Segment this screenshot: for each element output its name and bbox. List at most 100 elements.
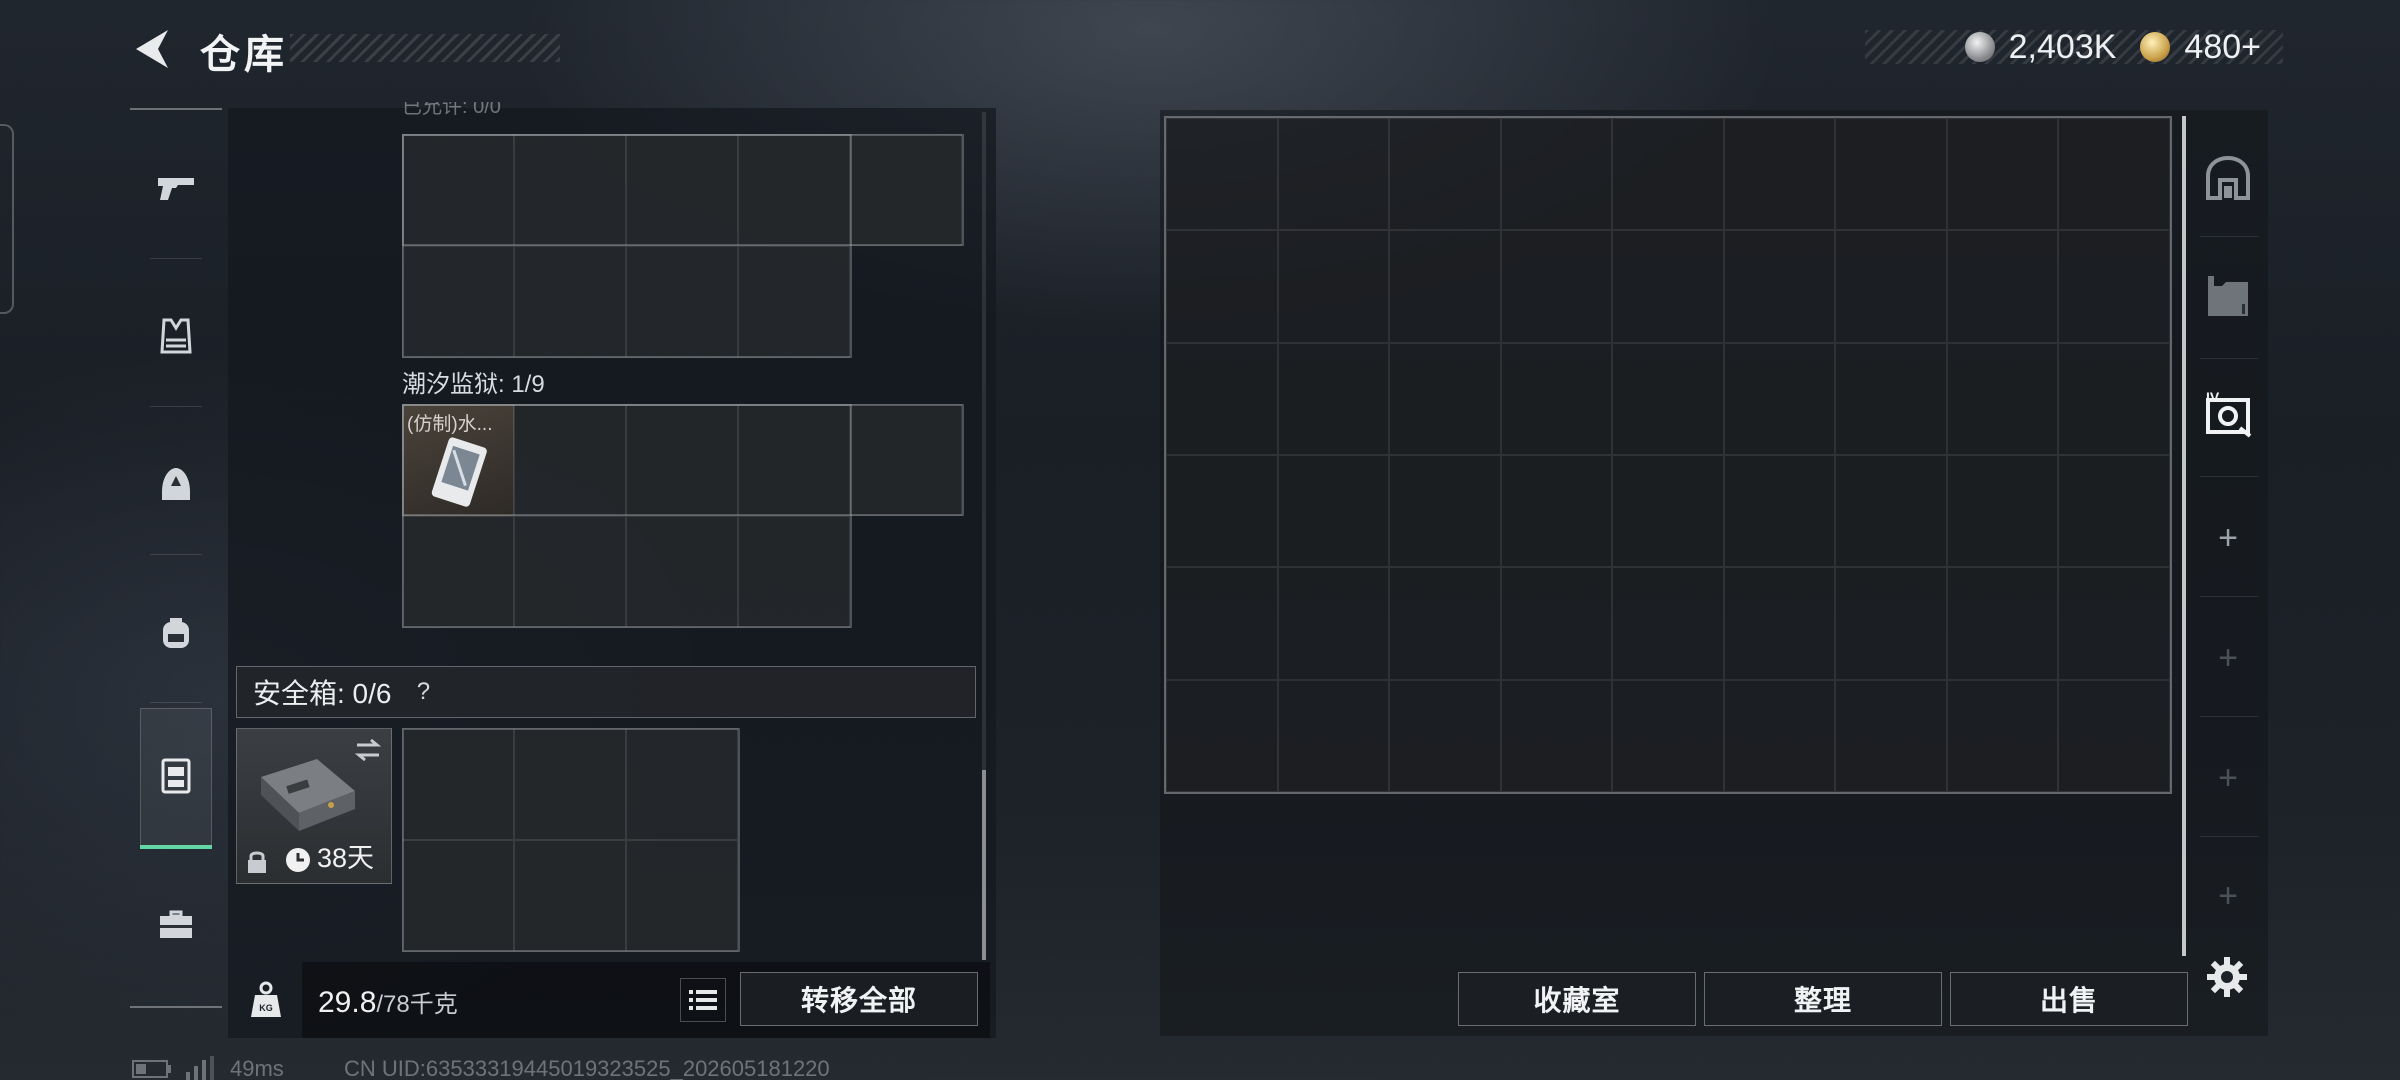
stash-slot[interactable] <box>1835 455 1947 568</box>
stash-slot[interactable] <box>1946 679 2059 792</box>
inventory-slot[interactable] <box>514 404 626 516</box>
inventory-item-slot[interactable]: (仿制)水... <box>402 404 514 516</box>
stash-slot[interactable] <box>1723 118 1836 231</box>
stash-tab-3[interactable]: IV <box>2192 380 2264 452</box>
stash-slot[interactable] <box>1166 679 1278 792</box>
stash-slot[interactable] <box>2058 679 2170 792</box>
transfer-all-button[interactable]: 转移全部 <box>740 972 978 1026</box>
stash-slot[interactable] <box>1946 342 2059 455</box>
stash-slot[interactable] <box>1500 567 1613 680</box>
inventory-slot[interactable] <box>738 404 850 516</box>
inventory-slot[interactable] <box>626 516 738 628</box>
stash-slot[interactable] <box>1723 679 1836 792</box>
stash-tab-1[interactable] <box>2192 144 2264 216</box>
stash-slot[interactable] <box>1612 342 1724 455</box>
stash-slot[interactable] <box>2058 455 2170 568</box>
inventory-slot[interactable] <box>402 728 514 840</box>
inventory-slot[interactable] <box>514 516 626 628</box>
organize-button[interactable]: 整理 <box>1704 972 1942 1026</box>
add-stash-tab-button[interactable]: + <box>2192 748 2264 808</box>
inventory-slot[interactable] <box>514 840 626 952</box>
inventory-slot[interactable] <box>626 840 738 952</box>
stash-slot[interactable] <box>1166 118 1278 231</box>
stash-slot[interactable] <box>1612 567 1724 680</box>
stash-slot[interactable] <box>1612 455 1724 568</box>
inventory-slot[interactable] <box>402 840 514 952</box>
stash-slot[interactable] <box>1835 342 1947 455</box>
nav-item-backpack[interactable] <box>140 596 212 668</box>
stash-slot[interactable] <box>1723 567 1836 680</box>
inventory-scrollbar-thumb[interactable] <box>982 770 986 960</box>
collection-room-button[interactable]: 收藏室 <box>1458 972 1696 1026</box>
stash-slot[interactable] <box>1389 567 1501 680</box>
stash-slot[interactable] <box>1612 679 1724 792</box>
stash-slot[interactable] <box>1500 455 1613 568</box>
inventory-slot[interactable] <box>402 516 514 628</box>
stash-slot[interactable] <box>2058 118 2170 231</box>
stash-slot[interactable] <box>1389 230 1501 343</box>
inventory-slot[interactable] <box>402 246 514 358</box>
stash-slot[interactable] <box>1166 230 1278 343</box>
stash-slot[interactable] <box>2058 342 2170 455</box>
stash-slot[interactable] <box>1946 118 2059 231</box>
nav-item-chest-rig[interactable] <box>140 740 212 812</box>
inventory-slot[interactable] <box>402 134 514 246</box>
inventory-slot[interactable] <box>626 728 738 840</box>
stash-slot[interactable] <box>1389 679 1501 792</box>
stash-slot[interactable] <box>1723 455 1836 568</box>
inventory-slot[interactable] <box>626 404 738 516</box>
inventory-slot[interactable] <box>738 246 850 358</box>
inventory-slot[interactable] <box>514 134 626 246</box>
help-icon[interactable]: ? <box>409 678 437 706</box>
sell-button[interactable]: 出售 <box>1950 972 2188 1026</box>
stash-slot[interactable] <box>1500 118 1613 231</box>
add-stash-tab-button[interactable]: + <box>2192 628 2264 688</box>
stash-slot[interactable] <box>1277 118 1390 231</box>
stash-slot[interactable] <box>1723 230 1836 343</box>
inventory-slot[interactable] <box>626 246 738 358</box>
stash-slot[interactable] <box>1500 679 1613 792</box>
inventory-slot[interactable] <box>514 246 626 358</box>
stash-slot[interactable] <box>2058 230 2170 343</box>
inventory-slot[interactable] <box>738 134 850 246</box>
list-view-button[interactable] <box>680 978 726 1022</box>
stash-slot[interactable] <box>1500 342 1613 455</box>
side-drawer-handle[interactable] <box>0 124 14 314</box>
stash-slot[interactable] <box>1835 567 1947 680</box>
inventory-slot[interactable] <box>850 134 962 246</box>
inventory-slot[interactable] <box>626 134 738 246</box>
stash-grid[interactable] <box>1164 116 2172 794</box>
stash-slot[interactable] <box>1946 567 2059 680</box>
add-stash-tab-button[interactable]: + <box>2192 508 2264 568</box>
stash-slot[interactable] <box>1277 567 1390 680</box>
stash-slot[interactable] <box>1277 342 1390 455</box>
silver-currency-value[interactable]: 2,403K <box>2009 28 2117 67</box>
inventory-slot[interactable] <box>514 728 626 840</box>
stash-slot[interactable] <box>1946 230 2059 343</box>
settings-icon[interactable] <box>2206 956 2248 998</box>
stash-slot[interactable] <box>1166 567 1278 680</box>
stash-slot[interactable] <box>1723 342 1836 455</box>
stash-slot[interactable] <box>2058 567 2170 680</box>
stash-slot[interactable] <box>1612 118 1724 231</box>
gold-currency-value[interactable]: 480+ <box>2184 28 2261 67</box>
add-stash-tab-button[interactable]: + <box>2192 866 2264 926</box>
stash-slot[interactable] <box>1389 455 1501 568</box>
back-icon[interactable] <box>128 26 174 72</box>
nav-item-weapons[interactable] <box>140 152 212 224</box>
nav-item-helmet[interactable] <box>140 448 212 520</box>
stash-tab-2[interactable] <box>2192 260 2264 332</box>
stash-slot[interactable] <box>1835 118 1947 231</box>
stash-slot[interactable] <box>1612 230 1724 343</box>
stash-slot[interactable] <box>1166 455 1278 568</box>
safe-box-item[interactable]: 38天 <box>236 728 392 884</box>
stash-scrollbar[interactable] <box>2182 116 2186 956</box>
stash-slot[interactable] <box>1277 230 1390 343</box>
stash-slot[interactable] <box>1166 342 1278 455</box>
nav-item-case[interactable] <box>140 888 212 960</box>
stash-slot[interactable] <box>1389 118 1501 231</box>
stash-slot[interactable] <box>1389 342 1501 455</box>
nav-item-armor[interactable] <box>140 300 212 372</box>
stash-slot[interactable] <box>1835 679 1947 792</box>
stash-slot[interactable] <box>1835 230 1947 343</box>
